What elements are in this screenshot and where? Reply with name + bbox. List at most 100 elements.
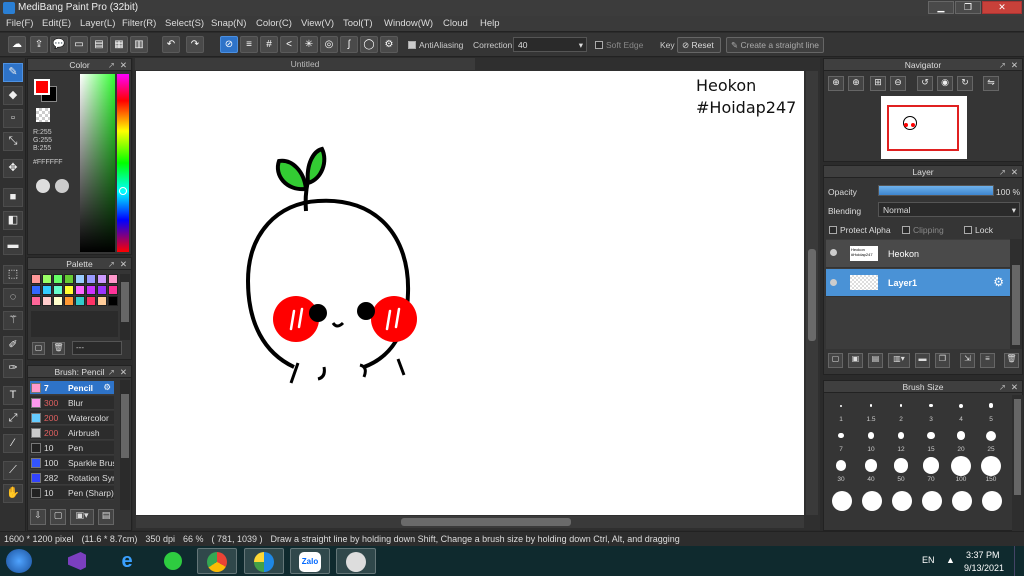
fit-icon[interactable]: ⊞: [870, 76, 886, 91]
straight-line-button[interactable]: ✎ Create a straight line: [726, 37, 824, 53]
rotate-right-icon[interactable]: ↻: [957, 76, 973, 91]
layer-row-selected[interactable]: Layer1 ⚙: [826, 269, 1010, 297]
snap-settings-icon[interactable]: ⚙: [380, 36, 398, 53]
close-icon[interactable]: ✕: [1011, 381, 1018, 393]
brush-size-option[interactable]: 3: [918, 395, 944, 425]
magic-wand-tool-icon[interactable]: ⚚: [3, 311, 23, 330]
brush-item[interactable]: 282Rotation Symmetry: [30, 471, 114, 485]
pin-icon[interactable]: ↗: [108, 366, 115, 378]
close-icon[interactable]: ✕: [120, 366, 127, 378]
palette-swatch[interactable]: [31, 296, 41, 306]
pin-icon[interactable]: ↗: [999, 166, 1006, 178]
brush-size-option[interactable]: [892, 491, 912, 511]
dot-tool-icon[interactable]: ▫: [3, 109, 23, 128]
undo-icon[interactable]: ↶: [162, 36, 180, 53]
layer-scrollbar[interactable]: [1010, 239, 1022, 349]
operation-tool-icon[interactable]: ⤢: [3, 409, 23, 428]
document-tab[interactable]: Untitled: [135, 58, 475, 70]
comic-bubble-icon[interactable]: ▭: [70, 36, 88, 53]
brush-size-option[interactable]: 4: [948, 395, 974, 425]
palette-swatch[interactable]: [86, 285, 96, 295]
pen-tool-icon[interactable]: ⤡: [3, 132, 23, 151]
perspective-snap-icon[interactable]: <: [280, 36, 298, 53]
horizontal-scroll-thumb[interactable]: [401, 518, 571, 526]
brush-size-option[interactable]: [922, 491, 942, 511]
coccoc-icon[interactable]: [244, 548, 284, 574]
wechat-icon[interactable]: [153, 548, 193, 574]
close-icon[interactable]: ✕: [120, 59, 127, 71]
brush-size-option[interactable]: 15: [918, 425, 944, 455]
menu-color[interactable]: Color(C): [256, 18, 292, 29]
lasso-tool-icon[interactable]: ◌: [3, 288, 23, 307]
clock-time[interactable]: 3:37 PM: [966, 550, 1000, 560]
brush-size-option[interactable]: [862, 491, 882, 511]
palette-swatch[interactable]: [64, 274, 74, 284]
correction-select[interactable]: 40 ▾: [513, 37, 587, 52]
palette-swatch[interactable]: [53, 296, 63, 306]
maximize-button[interactable]: ❐: [955, 1, 981, 14]
hue-handle[interactable]: [119, 187, 127, 195]
palette-swatch[interactable]: [64, 296, 74, 306]
clock-date[interactable]: 9/13/2021: [964, 563, 1004, 573]
eyedropper-tool-icon[interactable]: ⁄: [3, 434, 23, 453]
snap-off-icon[interactable]: ⊘: [220, 36, 238, 53]
cloud-brush-icon[interactable]: ⇩: [30, 509, 46, 525]
close-icon[interactable]: ✕: [1011, 166, 1018, 178]
page-icon[interactable]: ▤: [90, 36, 108, 53]
vertical-scrollbar[interactable]: [806, 71, 818, 515]
palette-swatch[interactable]: [53, 274, 63, 284]
palette-swatch[interactable]: [108, 274, 118, 284]
palette-swatch[interactable]: [75, 285, 85, 295]
palette-swatch[interactable]: [64, 285, 74, 295]
menu-help[interactable]: Help: [480, 18, 500, 29]
reset-button[interactable]: ⊘ Reset: [677, 37, 721, 53]
palette-swatch[interactable]: [108, 285, 118, 295]
brush-size-option[interactable]: 30: [828, 455, 854, 485]
pin-icon[interactable]: ↗: [108, 258, 115, 270]
brush-size-option[interactable]: [832, 491, 852, 511]
palette-swatch[interactable]: [31, 285, 41, 295]
palette-select[interactable]: ---: [72, 341, 122, 355]
new-layer-icon[interactable]: ▢: [828, 353, 843, 368]
zoom-in-icon[interactable]: ⊕: [828, 76, 844, 91]
brush-size-option[interactable]: [952, 491, 972, 511]
menu-tool[interactable]: Tool(T): [343, 18, 373, 29]
brush-size-option[interactable]: 12: [888, 425, 914, 455]
zoom-in-alt-icon[interactable]: ⊕: [848, 76, 864, 91]
visual-studio-icon[interactable]: [57, 548, 97, 574]
medibang-icon[interactable]: [336, 548, 376, 574]
pin-icon[interactable]: ↗: [999, 381, 1006, 393]
eye-icon[interactable]: [830, 249, 837, 256]
eye-icon[interactable]: [830, 279, 837, 286]
redo-icon[interactable]: ↷: [186, 36, 204, 53]
brush-size-option[interactable]: 25: [978, 425, 1004, 455]
clipping-checkbox[interactable]: Clipping: [902, 225, 944, 235]
brush-item[interactable]: 200 Airbrush: [30, 426, 114, 440]
vertical-scroll-thumb[interactable]: [808, 249, 816, 341]
brush-tool-icon[interactable]: ✎: [3, 63, 23, 82]
transparent-swatch[interactable]: [36, 108, 50, 122]
select-pen-tool-icon[interactable]: ✐: [3, 336, 23, 355]
divide-tool-icon[interactable]: ⟋: [3, 461, 23, 480]
move-tool-icon[interactable]: ✥: [3, 159, 23, 178]
brush-settings-icon[interactable]: ▤: [98, 509, 114, 525]
add-brush-icon[interactable]: ▣▾: [70, 509, 94, 525]
menu-file[interactable]: File(F): [6, 18, 33, 29]
antialiasing-checkbox[interactable]: AntiAliasing: [408, 40, 463, 50]
eraser-tool-icon[interactable]: ◆: [3, 86, 23, 105]
brush-item[interactable]: 7 Pencil ⚙: [30, 381, 114, 395]
blending-select[interactable]: Normal ▾: [878, 202, 1020, 217]
language-indicator[interactable]: EN: [922, 555, 935, 565]
palette-swatch[interactable]: [86, 274, 96, 284]
brush-size-option[interactable]: 40: [858, 455, 884, 485]
zoom-out-icon[interactable]: ⊖: [890, 76, 906, 91]
menu-filter[interactable]: Filter(R): [122, 18, 156, 29]
pin-icon[interactable]: ↗: [108, 59, 115, 71]
new-brush-icon[interactable]: ▢: [50, 509, 66, 525]
brush-size-option[interactable]: 10: [858, 425, 884, 455]
new-8bit-layer-icon[interactable]: ▤: [868, 353, 883, 368]
select-rect-tool-icon[interactable]: ⬚: [3, 265, 23, 284]
reset-view-icon[interactable]: ◉: [937, 76, 953, 91]
rotate-left-icon[interactable]: ↺: [917, 76, 933, 91]
hand-tool-icon[interactable]: ✋: [3, 484, 23, 503]
